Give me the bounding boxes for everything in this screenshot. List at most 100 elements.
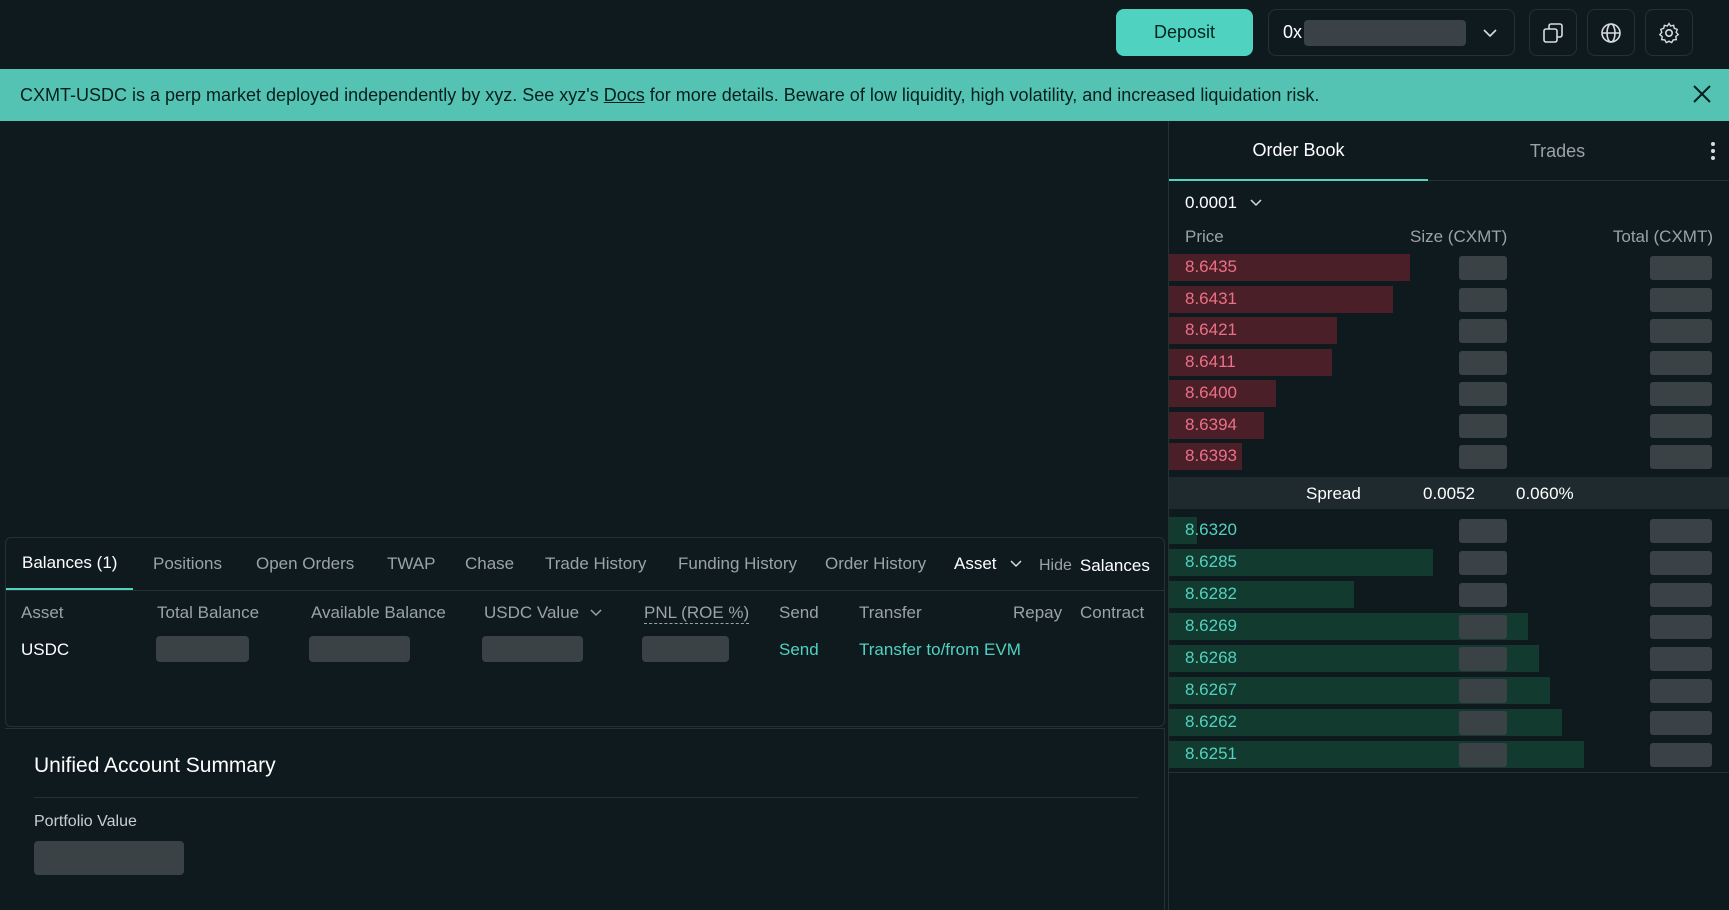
tab-balances[interactable]: Balances (1) (6, 538, 134, 590)
tick-size-select[interactable]: 0.0001 (1185, 193, 1263, 213)
ask-row[interactable]: 8.6421 (1169, 315, 1729, 345)
tab-order-book[interactable]: Order Book (1169, 121, 1428, 181)
tab-order-history[interactable]: Order History (825, 538, 926, 590)
bid-row[interactable]: 8.6269 (1169, 611, 1729, 641)
price-cell: 8.6282 (1185, 584, 1237, 603)
docs-link[interactable]: Docs (604, 85, 645, 106)
row-asset: USDC (21, 640, 70, 659)
size-redacted (1459, 445, 1507, 469)
total-redacted (1650, 350, 1712, 375)
size-redacted (1459, 551, 1507, 575)
deposit-button[interactable]: Deposit (1116, 9, 1253, 56)
hide-target-label: Salances (1079, 556, 1150, 575)
ask-row[interactable]: 8.6400 (1169, 378, 1729, 408)
hide-label: Hide (1039, 557, 1072, 574)
total-redacted (1650, 445, 1712, 469)
send-link[interactable]: Send (779, 640, 819, 660)
col-usdc-value-label: USDC Value (484, 603, 580, 622)
tab-trades[interactable]: Trades (1428, 121, 1687, 181)
asset-filter-label: Asset (954, 554, 997, 573)
total-redacted (1650, 319, 1712, 343)
gear-icon (1658, 21, 1680, 44)
tab-open-orders[interactable]: Open Orders (256, 538, 354, 590)
ask-row[interactable]: 8.6435 (1169, 252, 1729, 282)
size-redacted (1459, 382, 1507, 406)
transfer-evm-link[interactable]: Transfer to/from EVM (859, 640, 1021, 660)
col-usdc-value[interactable]: USDC Value (484, 603, 603, 623)
spread-row: Spread 0.0052 0.060% (1169, 477, 1729, 509)
header-price: Price (1185, 227, 1224, 246)
chevron-down-icon (1483, 29, 1497, 38)
col-transfer: Transfer (859, 603, 922, 622)
price-cell: 8.6421 (1185, 320, 1237, 339)
total-redacted (1650, 647, 1712, 671)
col-pnl[interactable]: PNL (ROE %) (644, 603, 750, 624)
total-redacted (1650, 679, 1712, 703)
total-redacted (1650, 519, 1712, 543)
market-warning-banner: CXMT-USDC is a perp market deployed inde… (0, 69, 1729, 121)
header-size: Size (CXMT) (1410, 227, 1508, 246)
ask-row[interactable]: 8.6431 (1169, 284, 1729, 314)
total-balance-redacted (156, 636, 249, 662)
total-redacted (1650, 287, 1712, 312)
price-cell: 8.6431 (1185, 288, 1237, 308)
tab-chase[interactable]: Chase (465, 538, 514, 590)
wallet-dropdown[interactable]: 0x (1268, 9, 1515, 56)
total-redacted (1650, 413, 1712, 438)
available-balance-redacted (309, 636, 410, 662)
tab-funding-history[interactable]: Funding History (678, 538, 797, 590)
settings-button[interactable] (1645, 9, 1693, 56)
bid-row[interactable]: 8.6320 (1169, 515, 1729, 545)
bid-row[interactable]: 8.6268 (1169, 643, 1729, 673)
orderbook-tabs: Order Book Trades (1169, 121, 1729, 181)
language-button[interactable] (1587, 9, 1635, 56)
bid-row[interactable]: 8.6262 (1169, 707, 1729, 737)
price-cell: 8.6320 (1185, 520, 1237, 539)
col-repay: Repay (1013, 603, 1063, 622)
price-cell: 8.6394 (1185, 414, 1237, 434)
size-redacted (1459, 647, 1507, 671)
ask-row[interactable]: 8.6393 (1169, 441, 1729, 471)
bid-row[interactable]: 8.6267 (1169, 675, 1729, 705)
orderbook-panel: Order Book Trades 0.0001 Price Size (CXM… (1168, 121, 1729, 910)
asset-filter-dropdown[interactable]: Asset (954, 538, 1023, 590)
top-bar: Deposit 0x (0, 0, 1729, 69)
tab-twap[interactable]: TWAP (387, 538, 435, 590)
size-redacted (1459, 679, 1507, 703)
banner-text-after: for more details. Beware of low liquidit… (644, 84, 1320, 105)
bid-row[interactable]: 8.6282 (1169, 579, 1729, 609)
tab-trade-history[interactable]: Trade History (545, 538, 646, 590)
tick-size-value: 0.0001 (1185, 193, 1237, 212)
price-cell: 8.6262 (1185, 712, 1237, 731)
ask-row[interactable]: 8.6411 (1169, 347, 1729, 377)
globe-icon (1601, 22, 1621, 43)
account-summary-panel: Unified Account Summary Portfolio Value (5, 728, 1165, 910)
summary-title: Unified Account Summary (34, 754, 276, 777)
pnl-redacted (642, 636, 729, 662)
usdc-value-redacted (482, 636, 583, 662)
bid-row[interactable]: 8.6251 (1169, 739, 1729, 769)
balances-panel: Balances (1) Positions Open Orders TWAP … (5, 537, 1165, 727)
bid-row[interactable]: 8.6285 (1169, 547, 1729, 577)
portfolio-value-label: Portfolio Value (34, 813, 137, 830)
price-cell: 8.6267 (1185, 680, 1237, 699)
size-redacted (1459, 287, 1507, 312)
close-icon[interactable] (1691, 83, 1713, 105)
wallet-address-redacted (1304, 19, 1467, 46)
col-asset: Asset (21, 603, 64, 622)
header-total: Total (CXMT) (1612, 227, 1713, 246)
total-redacted (1650, 256, 1712, 280)
price-cell: 8.6435 (1185, 257, 1237, 276)
size-redacted (1459, 256, 1507, 280)
hide-small-balances-toggle[interactable]: Hide Salances (1039, 540, 1150, 592)
total-redacted (1650, 551, 1712, 575)
price-cell: 8.6285 (1185, 552, 1237, 571)
chart-area[interactable] (0, 121, 1166, 536)
more-options-icon[interactable] (1710, 141, 1716, 161)
price-cell: 8.6393 (1185, 446, 1237, 465)
wallet-prefix: 0x (1283, 22, 1303, 42)
price-cell: 8.6251 (1185, 744, 1237, 763)
ask-row[interactable]: 8.6394 (1169, 410, 1729, 440)
multisig-button[interactable] (1529, 9, 1577, 56)
tab-positions[interactable]: Positions (153, 538, 222, 590)
